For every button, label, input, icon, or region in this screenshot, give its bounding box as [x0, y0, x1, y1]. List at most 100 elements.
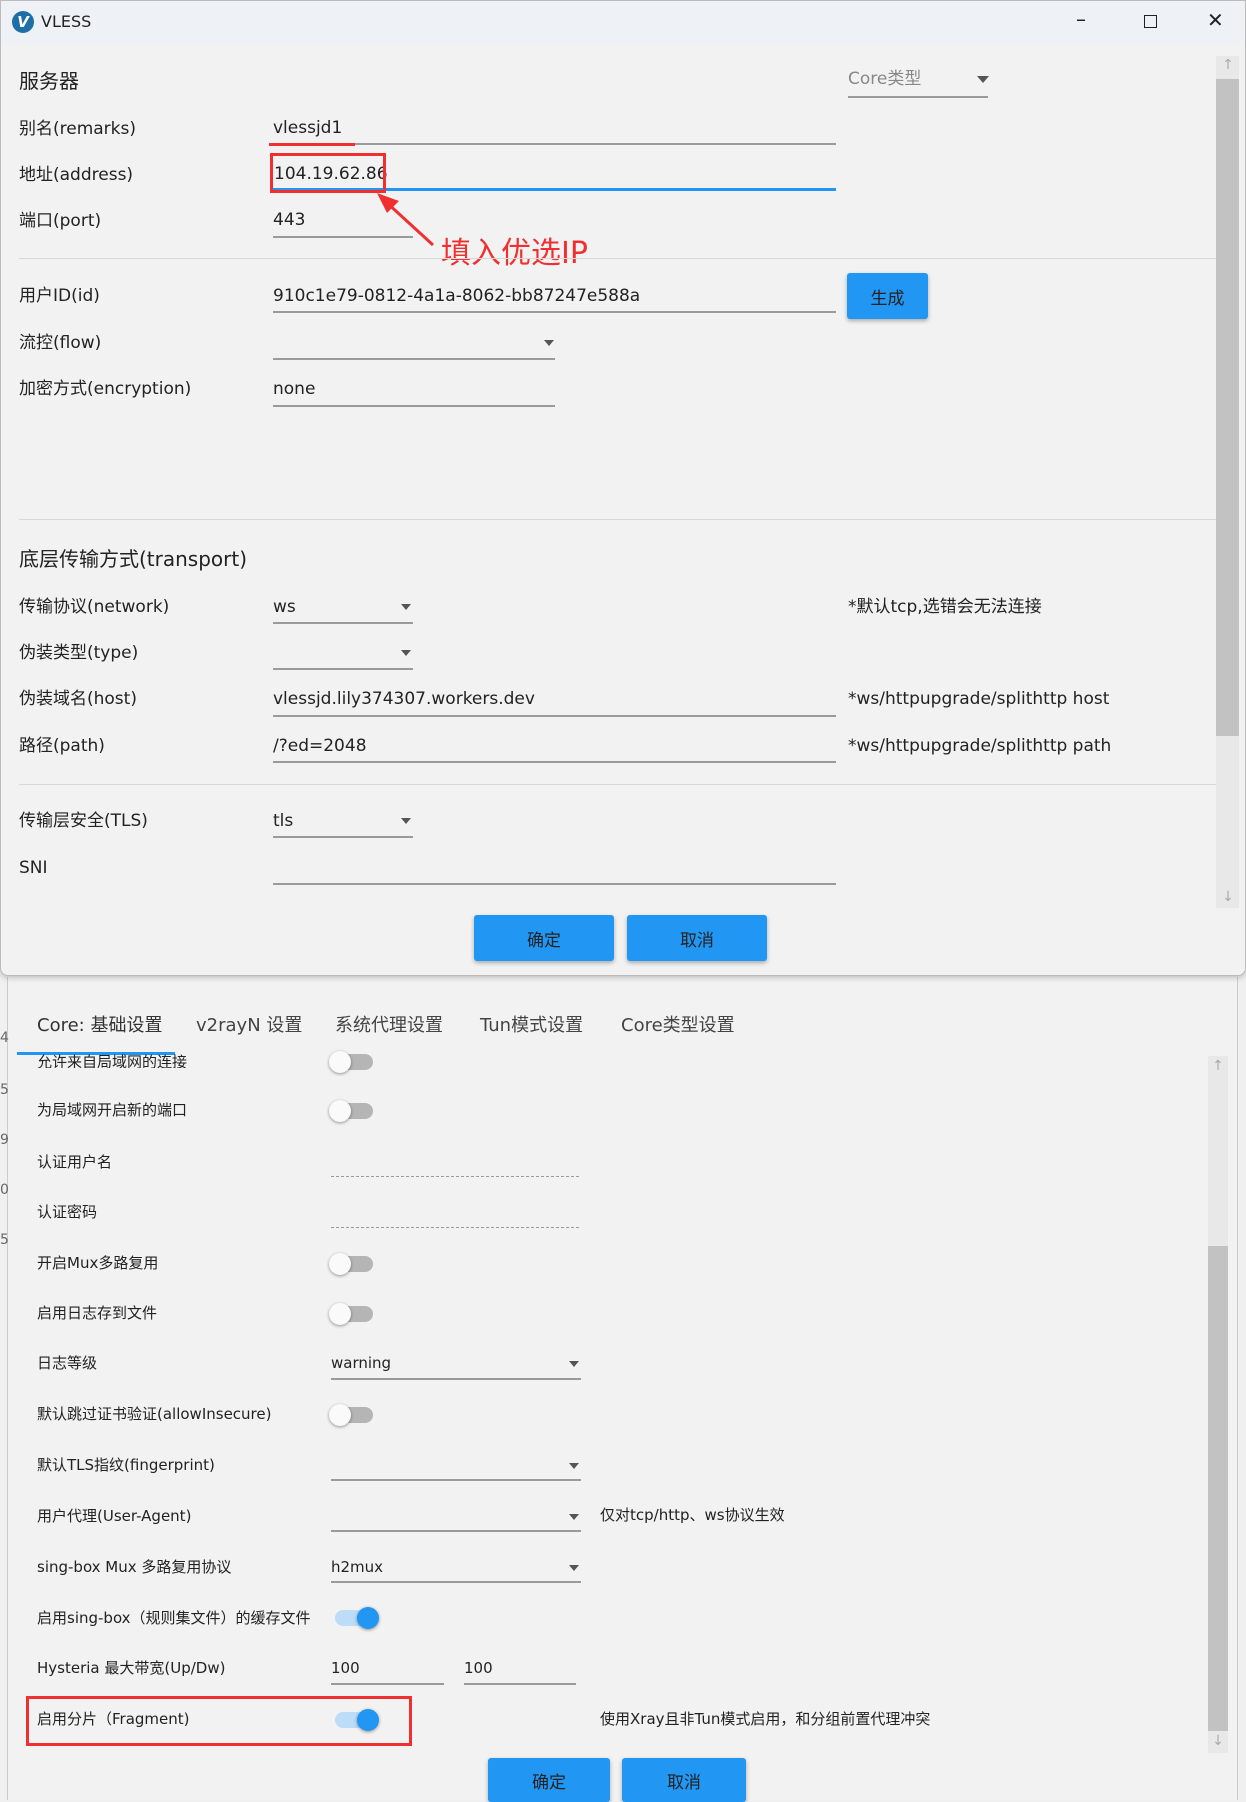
remarks-input[interactable]: vlessjd1	[273, 117, 342, 139]
tab-v2rayn[interactable]: v2rayN 设置	[196, 1014, 302, 1038]
remarks-red-mark	[269, 143, 355, 146]
allow-lan-toggle[interactable]	[329, 1051, 373, 1073]
scroll-down-icon[interactable]: ↓	[1208, 1733, 1228, 1749]
chevron-down-icon	[401, 650, 411, 656]
singbox-mux-select[interactable]: h2mux	[331, 1557, 383, 1577]
settings-scrollbar-thumb[interactable]	[1208, 1246, 1228, 1731]
fingerprint-label: 默认TLS指纹(fingerprint)	[37, 1456, 215, 1474]
divider	[19, 519, 1216, 520]
core-type-underline	[848, 96, 988, 98]
port-input[interactable]: 443	[273, 209, 305, 231]
sni-input[interactable]	[273, 883, 836, 885]
tab-core-type[interactable]: Core类型设置	[621, 1014, 735, 1038]
user-agent-select[interactable]	[331, 1530, 581, 1532]
host-underline	[273, 715, 836, 717]
fingerprint-select[interactable]	[331, 1479, 581, 1481]
lan-port-label: 为局域网开启新的端口	[37, 1101, 188, 1119]
tab-core-basic[interactable]: Core: 基础设置	[37, 1014, 162, 1038]
mux-label: 开启Mux多路复用	[37, 1254, 159, 1272]
log-level-label: 日志等级	[37, 1354, 98, 1372]
chevron-down-icon	[569, 1463, 579, 1469]
address-label: 地址(address)	[19, 165, 134, 185]
settings-ok-button[interactable]: 确定	[488, 1758, 610, 1802]
annotation-arrow-icon	[377, 193, 435, 247]
remarks-label: 别名(remarks)	[19, 119, 137, 139]
tab-system-proxy[interactable]: 系统代理设置	[335, 1014, 443, 1038]
singbox-cache-toggle[interactable]	[335, 1607, 379, 1629]
scroll-down-icon[interactable]: ↓	[1218, 889, 1238, 905]
network-underline	[273, 622, 413, 624]
sni-label: SNI	[19, 858, 48, 878]
id-underline	[273, 311, 836, 313]
auth-pass-input[interactable]	[331, 1227, 579, 1228]
divider	[19, 258, 1216, 259]
close-icon[interactable]: ✕	[1207, 8, 1224, 32]
host-note: *ws/httpupgrade/splithttp host	[848, 689, 1110, 709]
app-logo-icon: V	[12, 11, 34, 33]
flow-select[interactable]	[273, 358, 555, 360]
log-level-select[interactable]: warning	[331, 1353, 391, 1373]
network-note: *默认tcp,选错会无法连接	[848, 597, 1042, 617]
backdrop-fragment: 0	[0, 1182, 9, 1198]
backdrop-fragment: 4	[0, 1030, 9, 1046]
scroll-up-icon[interactable]: ↑	[1218, 57, 1238, 73]
singbox-cache-label: 启用sing-box（规则集文件）的缓存文件	[37, 1609, 311, 1627]
maximize-icon[interactable]	[1144, 15, 1157, 28]
user-agent-label: 用户代理(User-Agent)	[37, 1507, 192, 1525]
path-underline	[273, 761, 836, 763]
core-type-select[interactable]: Core类型	[848, 68, 921, 90]
hysteria-down-underline	[464, 1683, 576, 1685]
tls-select[interactable]: tls	[273, 810, 293, 832]
generate-button[interactable]: 生成	[847, 273, 928, 319]
backdrop-fragment: 9	[0, 1132, 9, 1148]
annotation-text: 填入优选IP	[441, 236, 588, 271]
auth-user-input[interactable]	[331, 1176, 579, 1177]
id-label: 用户ID(id)	[19, 286, 100, 306]
chevron-down-icon	[569, 1361, 579, 1367]
dialog-scrollbar-thumb[interactable]	[1216, 79, 1239, 736]
mux-toggle[interactable]	[329, 1253, 373, 1275]
fragment-highlight-box	[26, 1696, 412, 1746]
port-label: 端口(port)	[19, 211, 102, 231]
chevron-down-icon	[977, 76, 989, 83]
singbox-mux-underline	[331, 1581, 581, 1583]
hysteria-label: Hysteria 最大带宽(Up/Dw)	[37, 1659, 226, 1677]
type-select[interactable]	[273, 668, 413, 670]
settings-cancel-button[interactable]: 取消	[622, 1758, 746, 1802]
remarks-underline	[273, 143, 836, 145]
log-file-label: 启用日志存到文件	[37, 1304, 158, 1322]
encryption-label: 加密方式(encryption)	[19, 379, 192, 399]
user-agent-note: 仅对tcp/http、ws协议生效	[600, 1506, 785, 1524]
backdrop-fragment: 5	[0, 1082, 9, 1098]
host-label: 伪装域名(host)	[19, 689, 137, 709]
chevron-down-icon	[401, 818, 411, 824]
path-label: 路径(path)	[19, 736, 105, 756]
tab-tun[interactable]: Tun模式设置	[480, 1014, 583, 1038]
allow-insecure-label: 默认跳过证书验证(allowInsecure)	[37, 1405, 272, 1423]
id-input[interactable]: 910c1e79-0812-4a1a-8062-bb87247e588a	[273, 285, 640, 307]
encryption-input[interactable]: none	[273, 378, 315, 400]
hysteria-down-input[interactable]: 100	[464, 1658, 493, 1678]
ok-button[interactable]: 确定	[474, 915, 614, 961]
tls-underline	[273, 836, 413, 838]
minimize-icon[interactable]: –	[1076, 7, 1086, 31]
path-note: *ws/httpupgrade/splithttp path	[848, 736, 1112, 756]
host-input[interactable]: vlessjd.lily374307.workers.dev	[273, 688, 535, 710]
chevron-down-icon	[544, 340, 554, 346]
allow-lan-label: 允许来自局域网的连接	[37, 1053, 188, 1068]
lan-port-toggle[interactable]	[329, 1100, 373, 1122]
hysteria-up-underline	[331, 1683, 444, 1685]
cancel-button[interactable]: 取消	[627, 915, 767, 961]
dialog-scrollbar[interactable]	[1216, 56, 1239, 908]
scroll-up-icon[interactable]: ↑	[1208, 1058, 1228, 1074]
path-input[interactable]: /?ed=2048	[273, 735, 367, 757]
allow-insecure-toggle[interactable]	[329, 1404, 373, 1426]
log-file-toggle[interactable]	[329, 1303, 373, 1325]
network-label: 传输协议(network)	[19, 597, 170, 617]
network-select[interactable]: ws	[273, 596, 296, 618]
title-bar: V VLESS – ✕	[1, 1, 1245, 44]
hysteria-up-input[interactable]: 100	[331, 1658, 360, 1678]
section-transport-title: 底层传输方式(transport)	[19, 547, 248, 571]
settings-scrollbar[interactable]	[1208, 1056, 1228, 1753]
flow-label: 流控(flow)	[19, 333, 102, 353]
